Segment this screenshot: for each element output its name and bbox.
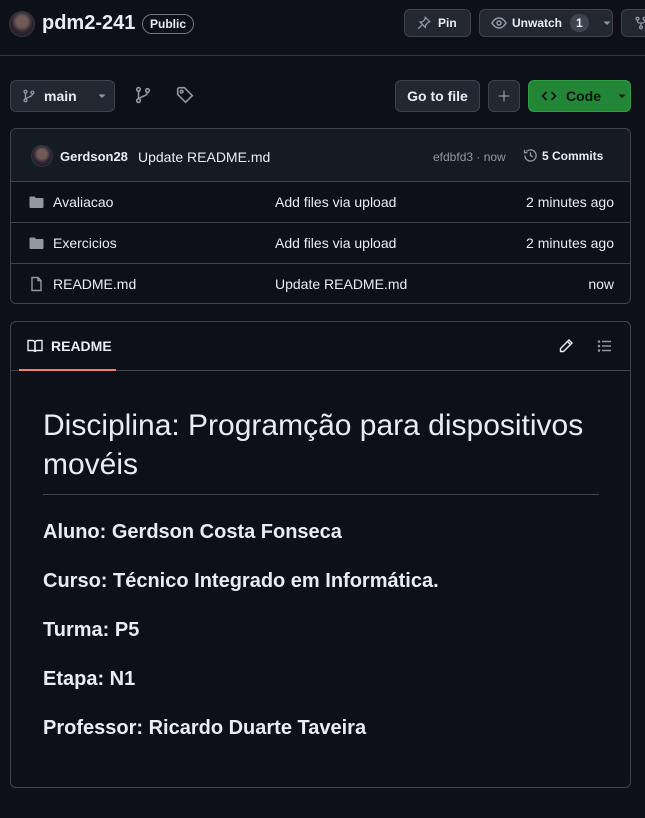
git-branch-icon xyxy=(22,89,36,103)
book-icon xyxy=(27,338,43,354)
readme-panel: README Disciplina: Programção para dispo… xyxy=(10,321,631,788)
history-icon xyxy=(523,148,538,163)
fork-icon xyxy=(634,16,645,30)
list-unordered-icon[interactable] xyxy=(597,338,613,354)
file-row[interactable]: Exercicios Add files via upload 2 minute… xyxy=(11,223,630,264)
commits-link[interactable]: 5 Commits xyxy=(523,148,603,163)
branches-link[interactable] xyxy=(134,86,154,106)
readme-line-professor: Professor: Ricardo Duarte Taveira xyxy=(43,717,367,739)
owner-avatar[interactable] xyxy=(9,11,35,37)
go-to-file-button[interactable]: Go to file xyxy=(395,80,480,112)
tags-link[interactable] xyxy=(176,86,196,106)
caret-down-icon xyxy=(602,18,612,28)
commit-message[interactable]: Update README.md xyxy=(138,149,270,165)
unwatch-button[interactable]: Unwatch 1 xyxy=(479,9,613,37)
visibility-badge: Public xyxy=(142,14,195,34)
latest-commit-bar: Gerdson28 Update README.md efdbfd3 · now… xyxy=(11,129,630,182)
caret-down-icon xyxy=(617,91,627,101)
pencil-icon[interactable] xyxy=(558,338,574,354)
file-commit-time: 2 minutes ago xyxy=(526,235,614,251)
code-icon xyxy=(541,88,557,104)
readme-line-etapa: Etapa: N1 xyxy=(43,668,136,690)
code-label: Code xyxy=(566,88,601,104)
code-button[interactable]: Code xyxy=(528,80,631,112)
pin-button[interactable]: Pin xyxy=(404,9,471,37)
tag-icon xyxy=(176,86,196,104)
readme-tab-label: README xyxy=(51,337,112,354)
readme-line-turma: Turma: P5 xyxy=(43,619,140,641)
file-name[interactable]: Exercicios xyxy=(53,235,117,251)
readme-title: Disciplina: Programção para dispositivos… xyxy=(43,406,599,495)
fork-button[interactable] xyxy=(621,9,645,37)
file-row[interactable]: README.md Update README.md now xyxy=(11,264,630,303)
git-branch-icon xyxy=(134,86,154,104)
eye-icon xyxy=(491,15,507,31)
caret-down-icon xyxy=(97,91,107,101)
file-commit-time: now xyxy=(588,276,614,292)
branch-name: main xyxy=(44,88,77,104)
tab-readme[interactable]: README xyxy=(19,322,116,371)
file-table: Gerdson28 Update README.md efdbfd3 · now… xyxy=(10,128,631,304)
readme-line-aluno: Aluno: Gerdson Costa Fonseca xyxy=(43,521,342,543)
folder-icon xyxy=(28,194,45,210)
unwatch-label: Unwatch xyxy=(512,16,563,30)
file-row[interactable]: Avaliacao Add files via upload 2 minutes… xyxy=(11,182,630,223)
file-name[interactable]: README.md xyxy=(53,276,136,292)
readme-line-curso: Curso: Técnico Integrado em Informática. xyxy=(43,570,439,592)
file-name[interactable]: Avaliacao xyxy=(53,194,113,210)
readme-tabbar: README xyxy=(11,322,630,371)
branch-selector[interactable]: main xyxy=(10,80,115,112)
add-file-button[interactable] xyxy=(488,80,520,112)
file-commit-message[interactable]: Update README.md xyxy=(275,276,407,292)
plus-icon xyxy=(497,89,511,103)
commit-hash-time[interactable]: efdbfd3 · now xyxy=(433,150,506,164)
header-divider xyxy=(0,55,645,56)
file-icon xyxy=(28,276,45,292)
commit-author[interactable]: Gerdson28 xyxy=(60,149,128,164)
pin-icon xyxy=(417,16,431,30)
file-commit-message[interactable]: Add files via upload xyxy=(275,235,396,251)
folder-icon xyxy=(28,235,45,251)
watch-count: 1 xyxy=(570,14,589,32)
commits-count: 5 Commits xyxy=(542,148,604,163)
repo-name[interactable]: pdm2-241 xyxy=(42,12,135,35)
commit-author-avatar[interactable] xyxy=(31,145,53,167)
file-commit-message[interactable]: Add files via upload xyxy=(275,194,396,210)
pin-label: Pin xyxy=(438,16,457,30)
file-commit-time: 2 minutes ago xyxy=(526,194,614,210)
